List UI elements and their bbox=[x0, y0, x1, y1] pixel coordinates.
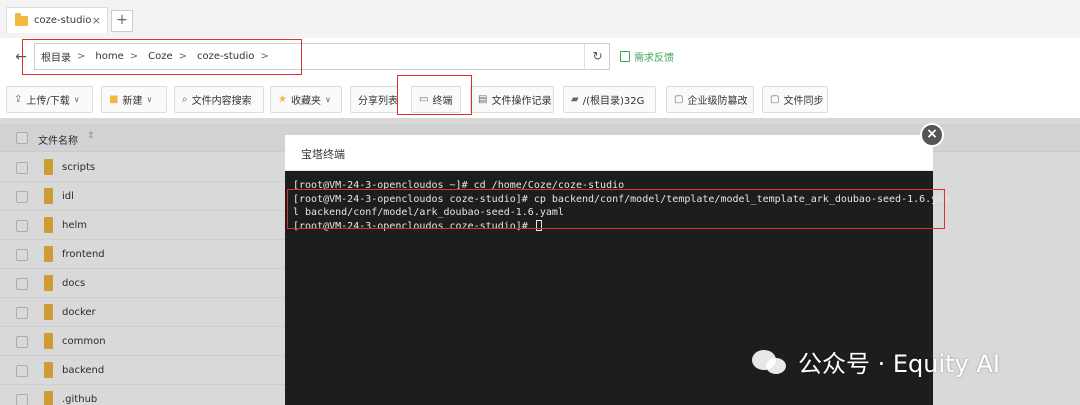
watermark-text: 公众号 · Equity AI bbox=[798, 350, 1000, 378]
shield-icon: ▢ bbox=[674, 94, 684, 105]
upload-download-button[interactable]: ⇪ 上传/下载 ∨ bbox=[6, 86, 93, 113]
disk-button[interactable]: ▰ /(根目录)32G bbox=[563, 86, 656, 113]
close-tab-icon[interactable]: × bbox=[92, 14, 101, 27]
tamper-button[interactable]: ▢ 企业级防篡改 bbox=[666, 86, 754, 113]
log-icon: ▤ bbox=[478, 94, 488, 105]
file-log-button[interactable]: ▤ 文件操作记录 bbox=[470, 86, 554, 113]
star-icon: ★ bbox=[278, 94, 287, 105]
search-content-label: 文件内容搜索 bbox=[191, 96, 252, 107]
file-sync-button[interactable]: ▢ 文件同步 bbox=[762, 86, 828, 113]
search-icon: ⌕ bbox=[182, 94, 188, 105]
chevron-down-icon: ∨ bbox=[73, 95, 80, 104]
feedback-label: 需求反馈 bbox=[634, 53, 674, 64]
new-label: 新建 bbox=[122, 96, 143, 107]
search-content-button[interactable]: ⌕ 文件内容搜索 bbox=[174, 86, 264, 113]
path-highlight bbox=[22, 39, 302, 75]
file-log-label: 文件操作记录 bbox=[491, 96, 552, 107]
dialog-header: 宝塔终端 bbox=[285, 135, 933, 171]
terminal-highlight bbox=[397, 75, 472, 115]
new-button[interactable]: ■ 新建 ∨ bbox=[101, 86, 167, 113]
tab-label: coze-studio bbox=[34, 15, 92, 26]
feedback-icon bbox=[620, 51, 630, 62]
watermark: 公众号 · Equity AI bbox=[752, 344, 1000, 379]
dialog-title: 宝塔终端 bbox=[301, 148, 345, 161]
file-sync-label: 文件同步 bbox=[783, 96, 824, 107]
share-list-button[interactable]: 分享列表 bbox=[350, 86, 398, 113]
feedback-link[interactable]: 需求反馈 bbox=[620, 49, 674, 64]
upload-label: 上传/下载 bbox=[26, 96, 70, 107]
upload-icon: ⇪ bbox=[14, 94, 23, 105]
disk-icon: ▰ bbox=[571, 94, 579, 105]
tamper-label: 企业级防篡改 bbox=[687, 96, 748, 107]
share-list-label: 分享列表 bbox=[358, 96, 398, 107]
chevron-down-icon: ∨ bbox=[324, 95, 331, 104]
disk-label: /(根目录)32G bbox=[582, 96, 645, 107]
sync-icon: ▢ bbox=[770, 94, 780, 105]
favorites-button[interactable]: ★ 收藏夹 ∨ bbox=[270, 86, 342, 113]
chevron-down-icon: ∨ bbox=[146, 95, 153, 104]
refresh-icon[interactable]: ↻ bbox=[584, 43, 610, 70]
new-folder-icon: ■ bbox=[109, 94, 119, 105]
close-dialog-icon[interactable]: × bbox=[920, 123, 944, 147]
command-highlight bbox=[287, 189, 945, 229]
tab-bar: coze-studio × + bbox=[0, 0, 1080, 38]
wechat-icon bbox=[752, 348, 788, 376]
toolbar: ⇪ 上传/下载 ∨ ■ 新建 ∨ ⌕ 文件内容搜索 ★ 收藏夹 ∨ 分享列表 ▭… bbox=[0, 86, 1080, 116]
folder-icon bbox=[15, 12, 28, 26]
favorites-label: 收藏夹 bbox=[290, 96, 321, 107]
tab-coze-studio[interactable]: coze-studio × bbox=[6, 7, 108, 33]
add-tab-button[interactable]: + bbox=[111, 10, 133, 32]
